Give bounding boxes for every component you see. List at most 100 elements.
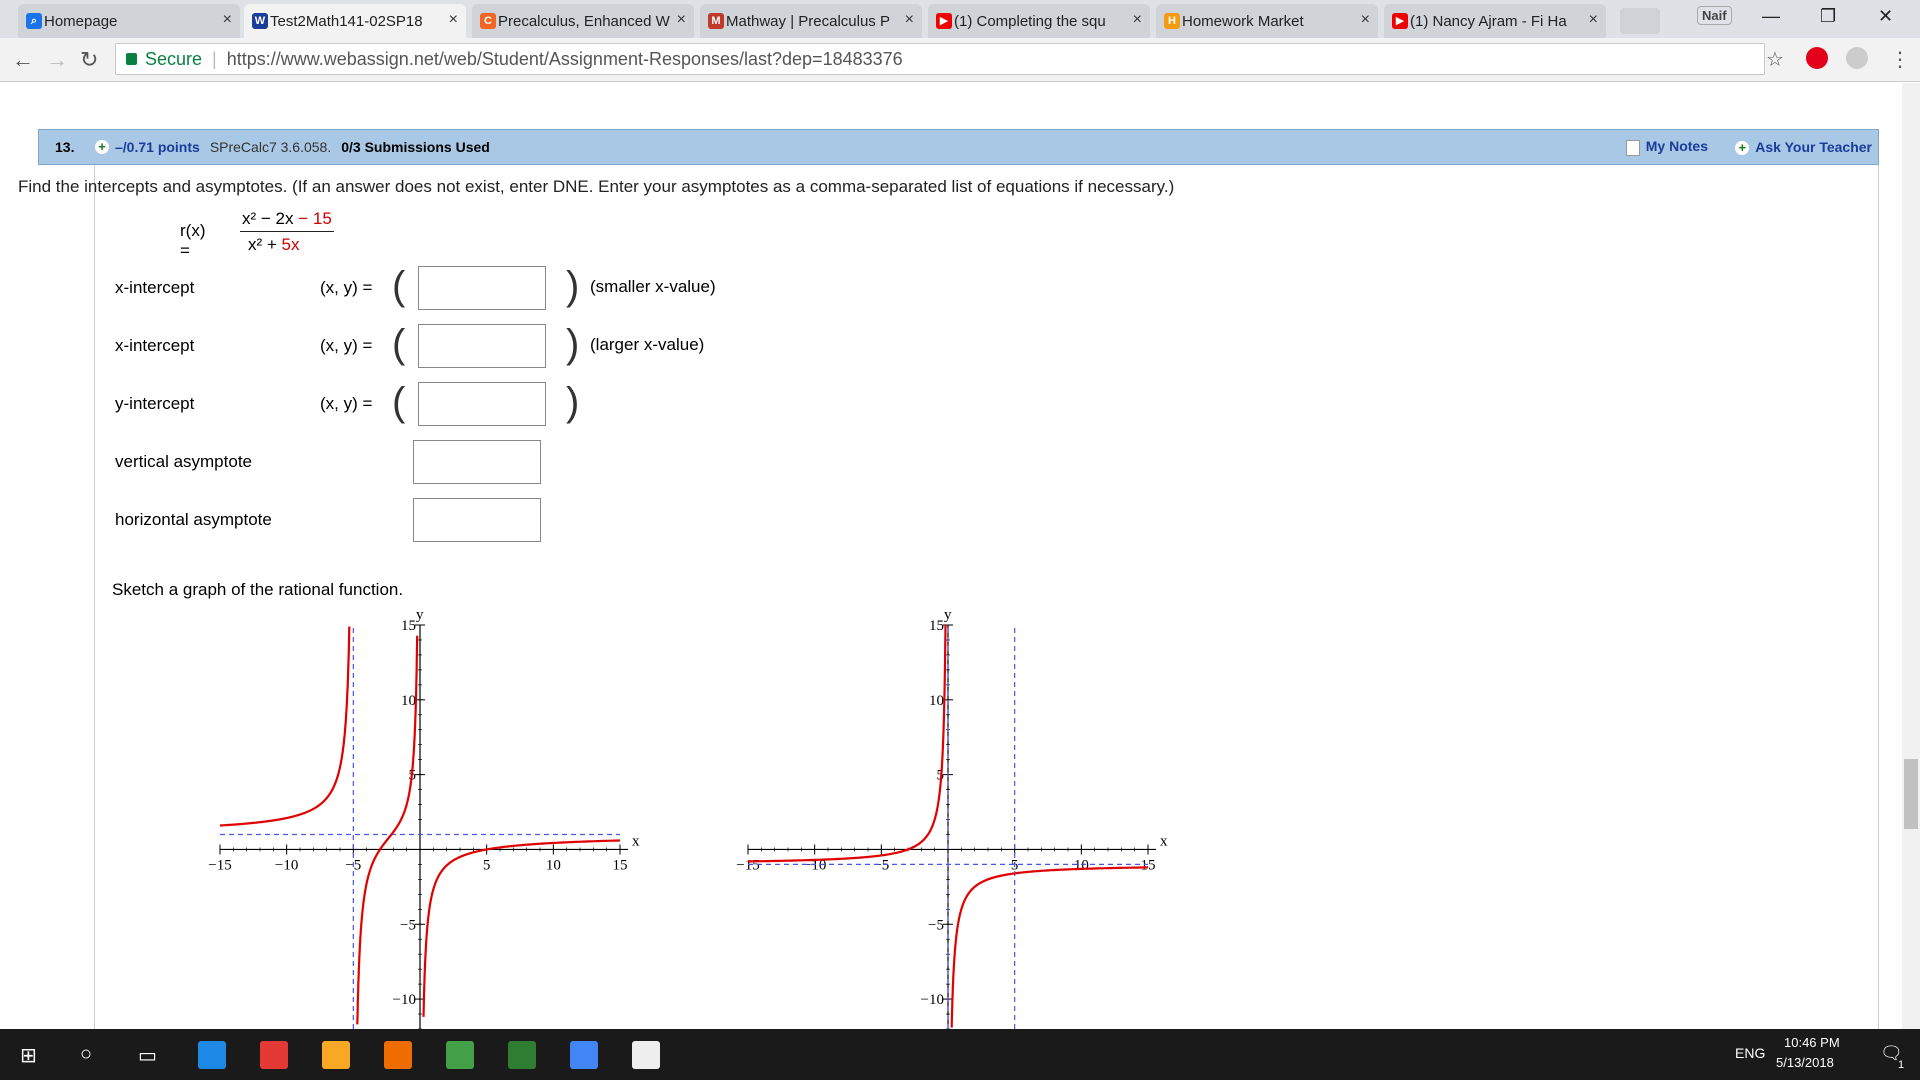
y-tick-label: 15 — [929, 618, 944, 634]
address-bar: ← → ↻ Secure | https://www.webassign.net… — [0, 38, 1920, 82]
chrome-icon[interactable] — [570, 1041, 598, 1069]
webassign-icon: W — [252, 13, 268, 29]
secure-label: Secure — [145, 48, 203, 69]
youtube-icon: ▶ — [936, 13, 952, 29]
close-icon[interactable]: × — [1361, 11, 1370, 29]
mathway-icon: M — [708, 13, 724, 29]
document-icon[interactable] — [632, 1041, 660, 1069]
youtube-icon: ▶ — [1392, 13, 1408, 29]
notes-icon — [1625, 139, 1640, 156]
forward-icon[interactable]: → — [46, 47, 68, 73]
plus-icon: + — [1735, 141, 1750, 155]
tab-homework-market[interactable]: H Homework Market × — [1156, 4, 1378, 38]
close-icon[interactable]: × — [905, 11, 914, 29]
tab-webassign[interactable]: W Test2Math141-02SP18 × — [244, 4, 466, 38]
close-window-icon[interactable]: ✕ — [1878, 6, 1893, 27]
y-tick-label: −10 — [393, 992, 416, 1008]
new-tab-button[interactable] — [1620, 8, 1660, 34]
x-axis-label: x — [1160, 833, 1168, 849]
windows-start-icon[interactable]: ⊞ — [20, 1043, 37, 1068]
star-icon[interactable]: ☆ — [1766, 47, 1784, 72]
back-icon[interactable]: ← — [12, 47, 34, 73]
file-explorer-icon[interactable] — [322, 1041, 350, 1069]
language-label[interactable]: ENG — [1735, 1045, 1765, 1061]
function-name: r(x) = — [180, 221, 206, 260]
row-y-intercept: y-intercept (x, y) = ( ) — [115, 380, 580, 426]
y-tick-label: −5 — [928, 917, 944, 933]
question-header: 13. + –/0.71 points SPreCalc7 3.6.058. 0… — [38, 129, 1879, 165]
question-number: 13. — [55, 139, 75, 155]
clock-date[interactable]: 5/13/2018 — [1776, 1055, 1834, 1070]
store-icon[interactable] — [260, 1041, 288, 1069]
close-icon[interactable]: × — [223, 11, 232, 29]
y-axis-label: y — [416, 607, 424, 623]
extension-skype-icon[interactable] — [1846, 47, 1868, 69]
x-intercept-smaller-input[interactable] — [418, 266, 546, 310]
y-intercept-input[interactable] — [418, 382, 546, 426]
submissions-used: 0/3 Submissions Used — [341, 139, 490, 155]
user-badge[interactable]: Naif — [1697, 6, 1732, 25]
plus-icon[interactable]: + — [95, 140, 109, 154]
url-input[interactable]: Secure | https://www.webassign.net/web/S… — [115, 43, 1765, 75]
minimize-icon[interactable]: — — [1762, 6, 1780, 27]
url-divider: | — [212, 48, 217, 69]
firefox-icon[interactable] — [384, 1041, 412, 1069]
x-tick-label: −15 — [208, 857, 231, 873]
tab-youtube-1[interactable]: ▶ (1) Completing the squ × — [928, 4, 1150, 38]
y-tick-label: −10 — [921, 992, 944, 1008]
tab-cengage[interactable]: C Precalculus, Enhanced W × — [472, 4, 694, 38]
app-icon-2[interactable] — [508, 1041, 536, 1069]
graph-option-1[interactable]: xy−15 −10 −5 5 10 15−10−551015 — [200, 603, 650, 1029]
y-tick-label: 10 — [401, 693, 416, 709]
search-icon: ⌕ — [26, 13, 42, 29]
edge-icon[interactable] — [198, 1041, 226, 1069]
cengage-icon: C — [480, 13, 496, 29]
points-label[interactable]: –/0.71 points — [115, 139, 200, 155]
x-tick-label: −5 — [873, 857, 889, 873]
tab-youtube-2[interactable]: ▶ (1) Nancy Ajram - Fi Ha × — [1384, 4, 1606, 38]
close-icon[interactable]: × — [1133, 11, 1142, 29]
tab-mathway[interactable]: M Mathway | Precalculus P × — [700, 4, 922, 38]
x-tick-label: 10 — [546, 857, 561, 873]
close-icon[interactable]: × — [449, 11, 458, 29]
row-x-intercept-larger: x-intercept (x, y) = ( ) (larger x-value… — [115, 322, 705, 368]
extension-icon[interactable] — [1806, 47, 1828, 69]
graph-option-2[interactable]: xy−15−10−551015−10−551015 — [728, 603, 1178, 1029]
horizontal-asymptote-input[interactable] — [413, 498, 541, 542]
close-icon[interactable]: × — [677, 11, 686, 29]
question-instructions: Find the intercepts and asymptotes. (If … — [18, 177, 1175, 196]
app-icon[interactable] — [446, 1041, 474, 1069]
row-x-intercept-smaller: x-intercept (x, y) = ( ) (smaller x-valu… — [115, 264, 716, 310]
lock-icon — [126, 53, 137, 65]
search-icon[interactable]: ○ — [80, 1043, 92, 1066]
scrollbar-thumb[interactable] — [1904, 759, 1918, 829]
question-code: SPreCalc7 3.6.058. — [209, 139, 332, 155]
tab-homepage[interactable]: ⌕ Homepage × — [18, 4, 240, 38]
row-horizontal-asymptote: horizontal asymptote — [0, 498, 900, 542]
x-tick-label: 15 — [1141, 857, 1156, 873]
restore-icon[interactable]: ❐ — [1820, 6, 1836, 27]
x-tick-label: −15 — [736, 857, 759, 873]
my-notes-link[interactable]: My Notes — [1625, 138, 1708, 156]
close-icon[interactable]: × — [1589, 11, 1598, 29]
x-intercept-larger-input[interactable] — [418, 324, 546, 368]
clock-time[interactable]: 10:46 PM — [1784, 1035, 1840, 1050]
ask-teacher-link[interactable]: + Ask Your Teacher — [1735, 139, 1872, 155]
page-scrollbar[interactable] — [1902, 83, 1920, 1029]
y-axis-label: y — [944, 607, 952, 623]
function-curve-segment — [950, 872, 1016, 1028]
x-tick-label: −10 — [275, 857, 298, 873]
reload-icon[interactable]: ↻ — [80, 47, 98, 73]
url-text: https://www.webassign.net/web/Student/As… — [226, 48, 903, 69]
function-denominator: x² + 5x — [248, 235, 300, 254]
x-tick-label: 15 — [613, 857, 628, 873]
taskbar: ⊞ ○ ▭ ENG 10:46 PM 5/13/2018 🗨 1 — [0, 1029, 1920, 1080]
row-vertical-asymptote: vertical asymptote — [0, 440, 900, 484]
menu-icon[interactable]: ⋮ — [1890, 47, 1910, 72]
function-numerator: x² − 2x − 15 — [240, 209, 334, 232]
x-tick-label: 10 — [1074, 857, 1089, 873]
homework-market-icon: H — [1164, 13, 1180, 29]
vertical-asymptote-input[interactable] — [413, 440, 541, 484]
y-tick-label: 10 — [929, 693, 944, 709]
task-view-icon[interactable]: ▭ — [138, 1043, 157, 1068]
